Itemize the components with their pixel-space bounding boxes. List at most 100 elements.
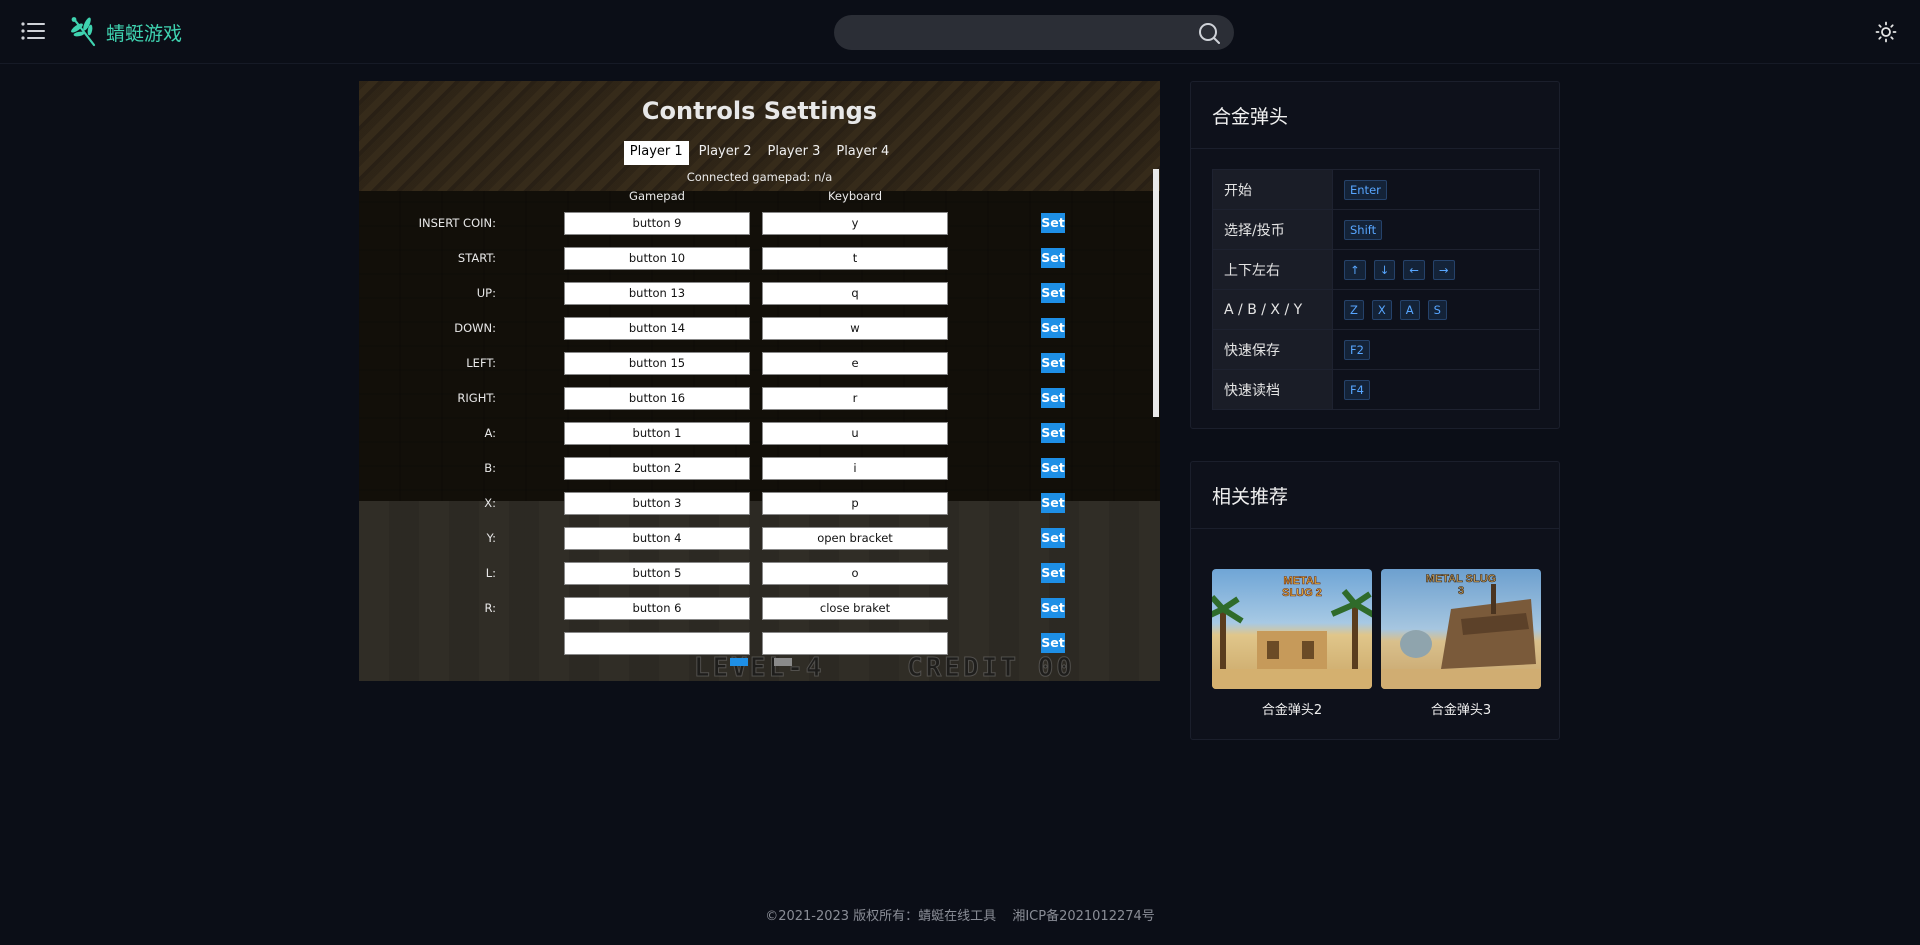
logo-text: 蜻蜓游戏 (106, 22, 183, 45)
key-mapping-row: 快速读档 F4 (1212, 369, 1540, 410)
set-button[interactable]: Set (1041, 213, 1065, 233)
icp-link[interactable]: 湘ICP备2021012274号 (1012, 909, 1154, 924)
set-button[interactable]: Set (1041, 248, 1065, 268)
control-row: X: button 3 p Set (359, 492, 1160, 522)
control-row: UP: button 13 q Set (359, 282, 1160, 312)
set-button[interactable]: Set (1041, 493, 1065, 513)
control-label: UP: (476, 286, 496, 300)
action-keys: F2 (1332, 329, 1540, 370)
keyboard-binding-field[interactable]: q (762, 282, 948, 305)
key-mapping-row: 快速保存 F2 (1212, 329, 1540, 370)
top-bar: 蜻蜓游戏 (0, 0, 1920, 64)
recommend-item-metal-slug-3[interactable]: METAL SLUG 3 合金弹头3 (1381, 569, 1541, 718)
sun-icon[interactable] (1875, 21, 1897, 43)
gamepad-binding-field[interactable]: button 4 (564, 527, 750, 550)
control-label: R: (484, 601, 496, 615)
scrollbar[interactable] (1153, 169, 1159, 417)
key-mapping-row: A / B / X / YZXAS (1212, 289, 1540, 330)
tab-player-4[interactable]: Player 4 (830, 141, 895, 165)
game-thumbnail[interactable]: METAL SLUG 3 (1381, 569, 1541, 689)
keyboard-binding-field[interactable]: e (762, 352, 948, 375)
search-input[interactable] (850, 15, 1180, 50)
keyboard-binding-field[interactable]: i (762, 457, 948, 480)
action-keys: Shift (1332, 209, 1540, 250)
keyboard-binding-field[interactable]: y (762, 212, 948, 235)
set-button[interactable]: Set (1041, 283, 1065, 303)
keyboard-binding-field[interactable] (762, 632, 948, 655)
key-badge: Shift (1344, 219, 1383, 240)
control-row: START: button 10 t Set (359, 247, 1160, 277)
recommend-item-name[interactable]: 合金弹头2 (1212, 699, 1372, 718)
gamepad-binding-field[interactable]: button 15 (564, 352, 750, 375)
set-button[interactable]: Set (1041, 458, 1065, 478)
keyboard-binding-field[interactable]: open bracket (762, 527, 948, 550)
keyboard-binding-field[interactable]: r (762, 387, 948, 410)
keyboard-binding-field[interactable]: t (762, 247, 948, 270)
keyboard-binding-field[interactable]: o (762, 562, 948, 585)
control-label: DOWN: (454, 321, 496, 335)
control-row: Y: button 4 open bracket Set (359, 527, 1160, 557)
key-mapping-row: 上下左右 ↑ ↓ ← → (1212, 249, 1540, 290)
game-canvas[interactable]: LEVEL-4 CREDIT 00 Controls Settings Play… (359, 81, 1160, 681)
gamepad-binding-field[interactable]: button 14 (564, 317, 750, 340)
control-row: B: button 2 i Set (359, 457, 1160, 487)
search-bar[interactable] (834, 15, 1234, 50)
set-button[interactable]: Set (1041, 528, 1065, 548)
control-row: L: button 5 o Set (359, 562, 1160, 592)
set-button[interactable]: Set (1041, 318, 1065, 338)
control-label: L: (485, 566, 496, 580)
save-button[interactable] (730, 658, 748, 666)
key-badge: A (1399, 299, 1420, 320)
tab-player-2[interactable]: Player 2 (693, 141, 758, 165)
keyboard-binding-field[interactable]: w (762, 317, 948, 340)
recommend-item-name[interactable]: 合金弹头3 (1381, 699, 1541, 718)
keyboard-binding-field[interactable]: p (762, 492, 948, 515)
cancel-button[interactable] (774, 658, 792, 666)
action-keys: F4 (1332, 369, 1540, 410)
keyboard-binding-field[interactable]: close braket (762, 597, 948, 620)
site-logo[interactable]: 蜻蜓游戏 (68, 12, 182, 52)
control-row: RIGHT: button 16 r Set (359, 387, 1160, 417)
control-label: A: (484, 426, 496, 440)
action-keys: ZXAS (1332, 289, 1540, 330)
control-label: X: (484, 496, 496, 510)
gamepad-binding-field[interactable]: button 2 (564, 457, 750, 480)
controls-panel-title: 合金弹头 (1212, 106, 1289, 128)
control-row: LEFT: button 15 e Set (359, 352, 1160, 382)
key-badge: ↓ (1373, 259, 1396, 280)
set-button[interactable]: Set (1041, 563, 1065, 583)
tab-player-1[interactable]: Player 1 (623, 141, 689, 165)
tab-player-3[interactable]: Player 3 (762, 141, 827, 165)
set-button[interactable]: Set (1041, 598, 1065, 618)
action-name: 快速读档 (1212, 369, 1333, 410)
recommend-panel: 相关推荐 METAL SLUG 2 合金弹头2 METAL SLUG 3 合金弹… (1190, 461, 1560, 740)
gamepad-binding-field[interactable]: button 5 (564, 562, 750, 585)
gamepad-binding-field[interactable]: button 1 (564, 422, 750, 445)
divider (1191, 148, 1559, 149)
gamepad-status: Connected gamepad: n/a (686, 170, 833, 184)
gamepad-binding-field[interactable]: button 3 (564, 492, 750, 515)
gamepad-binding-field[interactable]: button 13 (564, 282, 750, 305)
key-badge: X (1371, 299, 1392, 320)
gamepad-binding-field[interactable]: button 16 (564, 387, 750, 410)
recommend-item-metal-slug-2[interactable]: METAL SLUG 2 合金弹头2 (1212, 569, 1372, 718)
controls-list[interactable]: INSERT COIN: button 9 y Set START: button 10 t… (359, 205, 1160, 681)
search-icon[interactable] (1198, 22, 1220, 44)
gamepad-binding-field[interactable]: button 9 (564, 212, 750, 235)
set-button[interactable]: Set (1041, 633, 1065, 653)
keyboard-column-header: Keyboard (827, 189, 883, 203)
gamepad-binding-field[interactable] (564, 632, 750, 655)
control-label: INSERT COIN: (418, 216, 496, 230)
gamepad-binding-field[interactable]: button 6 (564, 597, 750, 620)
dragonfly-icon (71, 17, 96, 47)
set-button[interactable]: Set (1041, 423, 1065, 443)
menu-icon[interactable] (20, 18, 48, 44)
gamepad-binding-field[interactable]: button 10 (564, 247, 750, 270)
controls-title: Controls Settings (641, 97, 878, 125)
game-thumbnail[interactable]: METAL SLUG 2 (1212, 569, 1372, 689)
set-button[interactable]: Set (1041, 353, 1065, 373)
control-row: R: button 6 close braket Set (359, 597, 1160, 627)
keyboard-binding-field[interactable]: u (762, 422, 948, 445)
set-button[interactable]: Set (1041, 388, 1065, 408)
gamepad-column-header: Gamepad (629, 189, 685, 203)
